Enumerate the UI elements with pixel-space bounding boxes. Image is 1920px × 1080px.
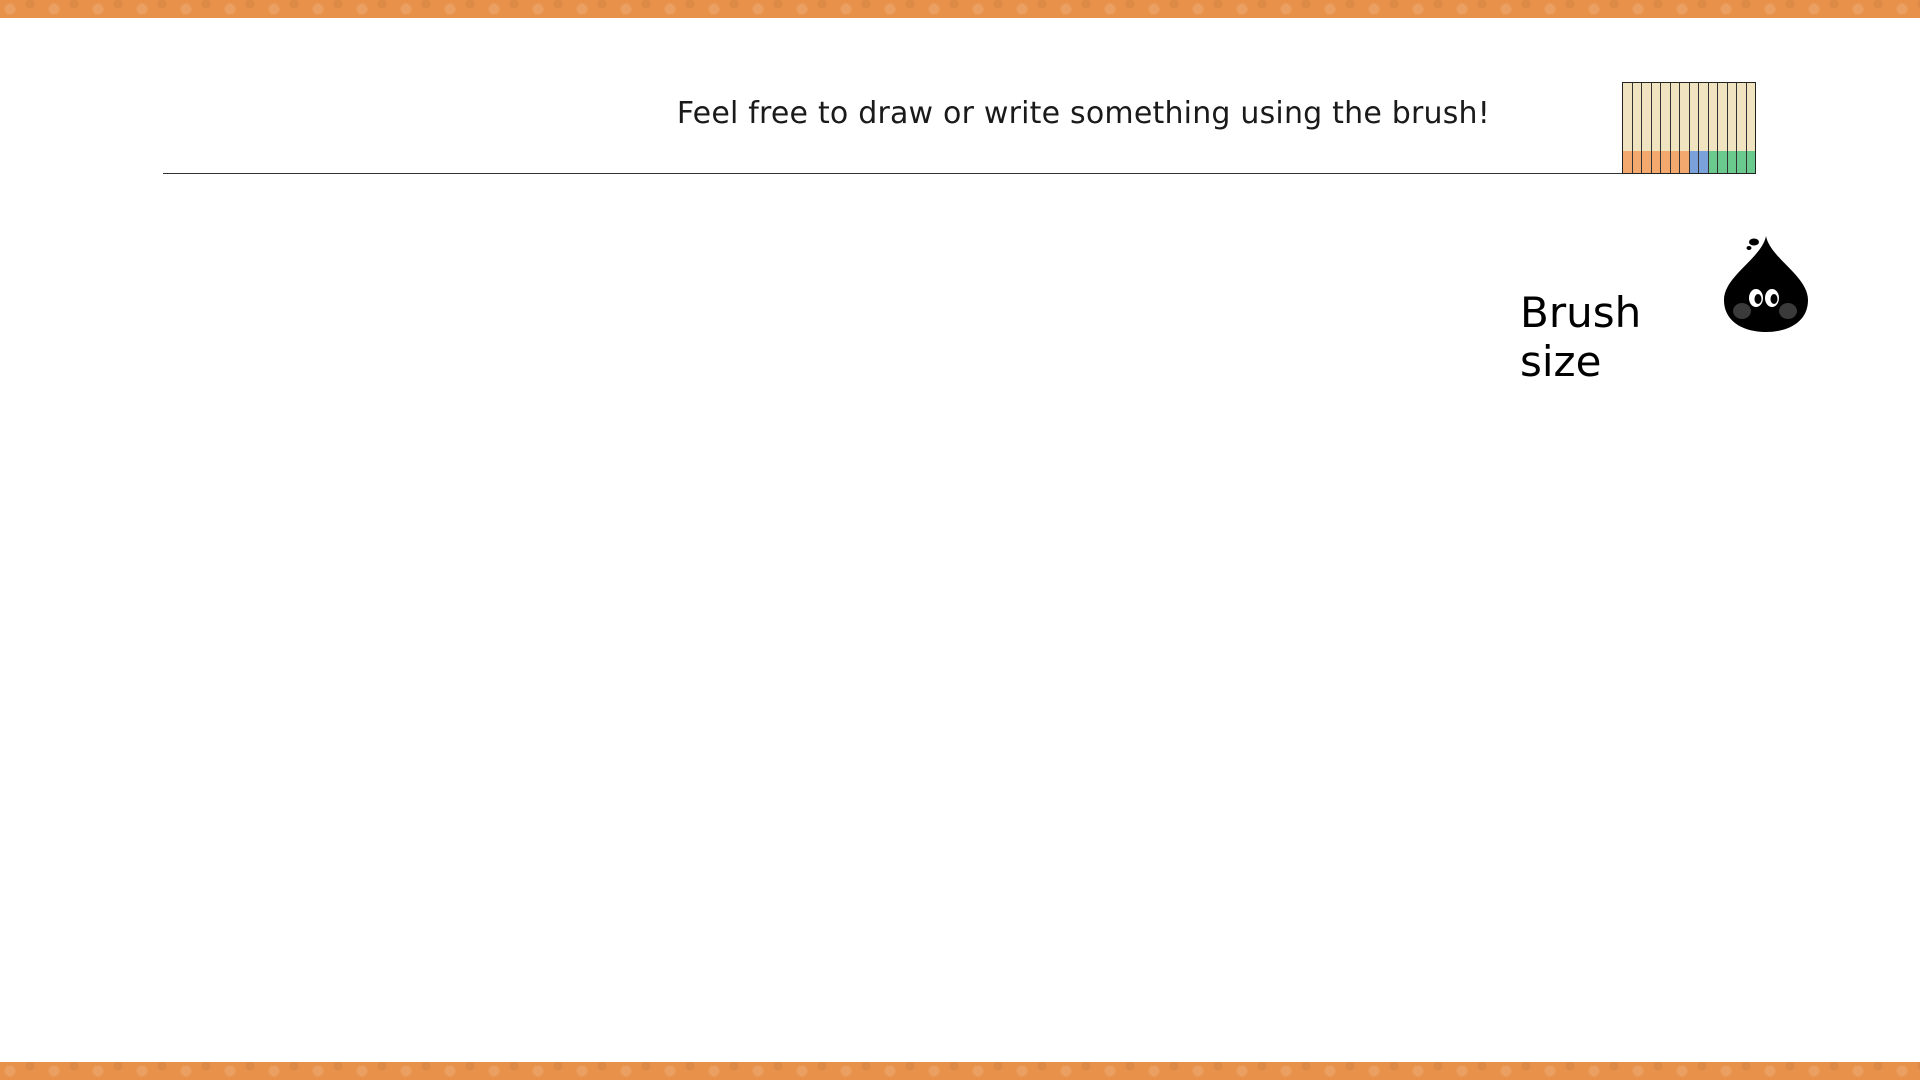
palette-swatch-3[interactable]	[1642, 83, 1652, 173]
palette-swatch-5[interactable]	[1661, 83, 1671, 173]
ink-splash-icon	[1749, 238, 1759, 246]
swatch-color-tip	[1746, 151, 1755, 173]
palette-swatch-9[interactable]	[1699, 83, 1709, 173]
swatch-color-tip	[1623, 151, 1632, 173]
instruction-text: Feel free to draw or write something usi…	[676, 96, 1490, 131]
palette-swatch-11[interactable]	[1718, 83, 1728, 173]
palette-swatch-1[interactable]	[1623, 83, 1633, 173]
color-palette[interactable]	[1622, 82, 1756, 174]
palette-swatch-2[interactable]	[1632, 83, 1642, 173]
right-pupil-icon	[1770, 294, 1778, 304]
swatch-color-tip	[1689, 151, 1698, 173]
swatch-color-tip	[1708, 151, 1717, 173]
top-border-band	[0, 0, 1920, 18]
palette-swatch-6[interactable]	[1670, 83, 1680, 173]
swatch-color-tip	[1661, 151, 1670, 173]
ink-drop-body	[1724, 236, 1808, 332]
swatch-color-tip	[1670, 151, 1679, 173]
swatch-color-tip	[1737, 151, 1746, 173]
palette-swatch-10[interactable]	[1708, 83, 1718, 173]
swatch-color-tip	[1632, 151, 1641, 173]
bottom-border-band	[0, 1062, 1920, 1080]
left-pupil-icon	[1754, 294, 1762, 304]
palette-swatch-8[interactable]	[1689, 83, 1699, 173]
swatch-color-tip	[1727, 151, 1736, 173]
brush-size-label[interactable]: Brush size	[1520, 288, 1730, 386]
swatch-color-tip	[1699, 151, 1708, 173]
right-cheek-icon	[1779, 303, 1797, 319]
header-divider	[163, 173, 1623, 174]
palette-swatch-14[interactable]	[1746, 83, 1755, 173]
ink-drop-icon[interactable]	[1720, 228, 1812, 338]
ink-splash-small-icon	[1746, 246, 1752, 250]
palette-swatch-13[interactable]	[1737, 83, 1747, 173]
swatch-color-tip	[1718, 151, 1727, 173]
left-cheek-icon	[1733, 303, 1751, 319]
swatch-color-tip	[1651, 151, 1660, 173]
palette-swatch-4[interactable]	[1651, 83, 1661, 173]
swatch-color-tip	[1680, 151, 1689, 173]
palette-swatch-12[interactable]	[1727, 83, 1737, 173]
swatch-color-tip	[1642, 151, 1651, 173]
palette-swatch-7[interactable]	[1680, 83, 1690, 173]
